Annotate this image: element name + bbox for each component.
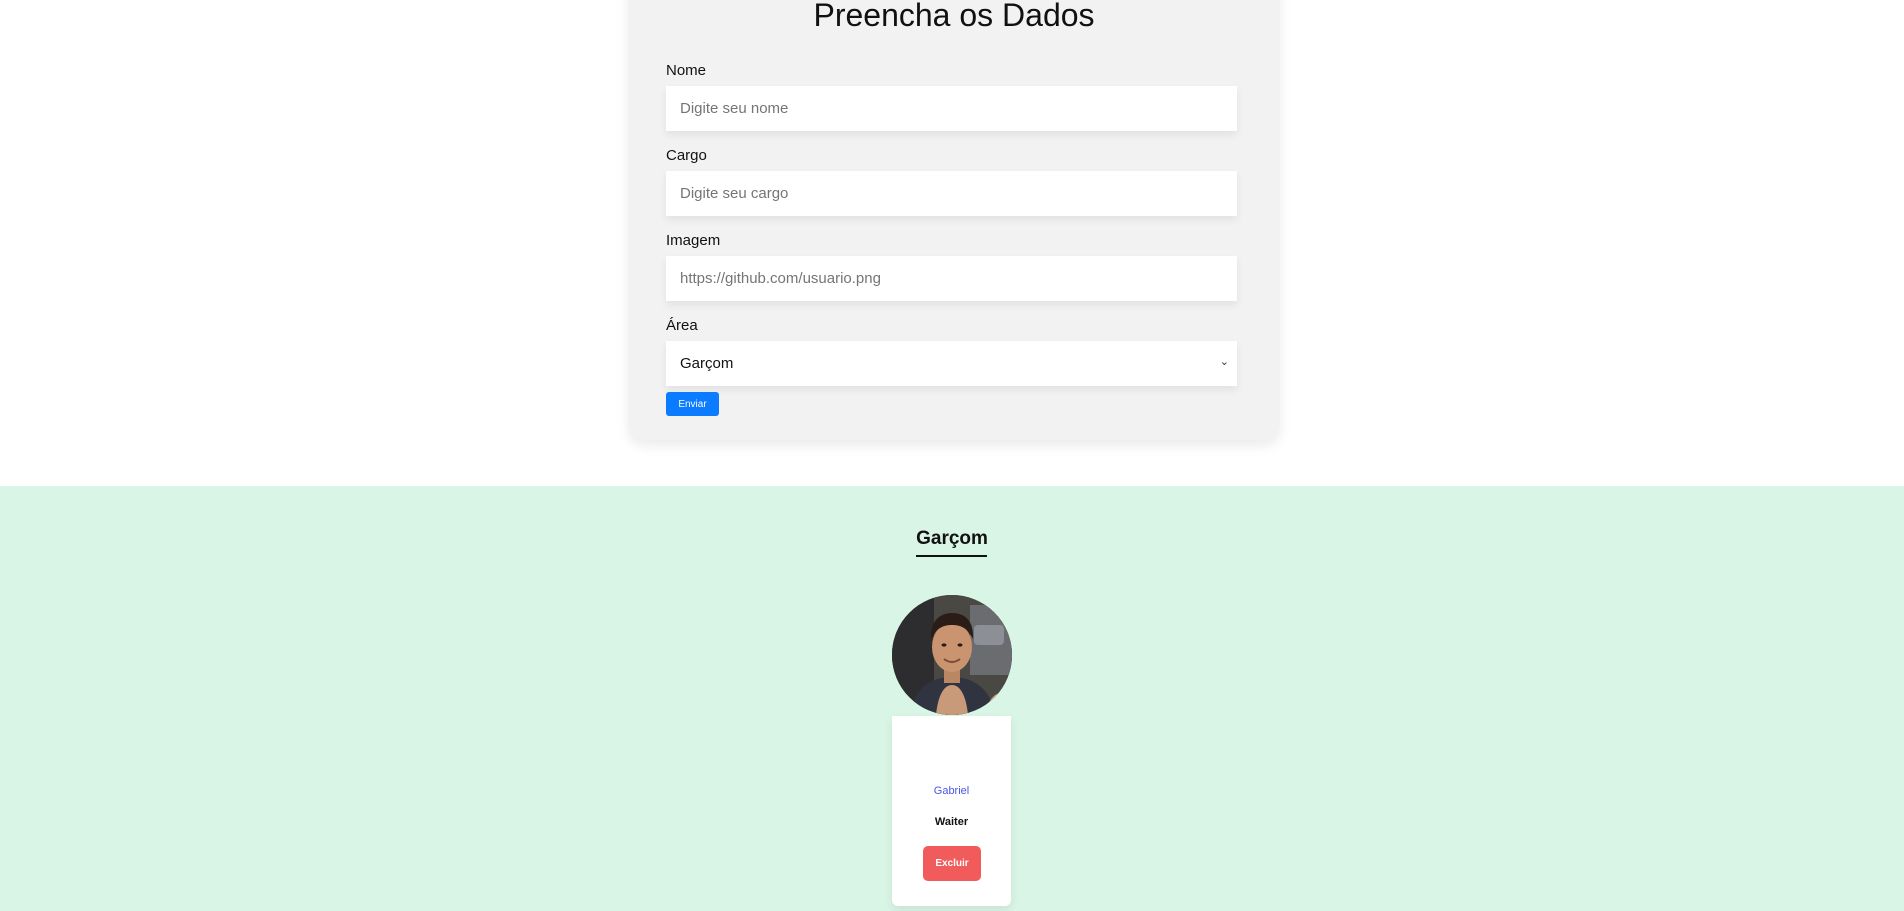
team-section: Garçom Gabriel Waiter Excluir — [0, 486, 1904, 911]
name-input[interactable] — [666, 86, 1237, 131]
team-title-underline — [916, 555, 987, 557]
submit-button[interactable]: Enviar — [666, 392, 719, 416]
registration-form: Preencha os Dados Nome Cargo Imagem Área… — [628, 0, 1280, 440]
avatar — [892, 595, 1012, 715]
chevron-down-icon: ⌄ — [1219, 356, 1229, 368]
role-label: Cargo — [666, 147, 707, 164]
page: Preencha os Dados Nome Cargo Imagem Área… — [0, 0, 1904, 911]
name-label: Nome — [666, 62, 707, 79]
member-card: Gabriel Waiter Excluir — [892, 716, 1011, 906]
image-label: Imagem — [666, 232, 721, 249]
role-input[interactable] — [666, 171, 1237, 216]
form-title: Preencha os Dados — [813, 0, 1095, 33]
area-selected-value: Garçom — [680, 355, 734, 372]
area-select[interactable]: Garçom ⌄ — [666, 341, 1237, 386]
area-label: Área — [666, 317, 698, 334]
image-url-input[interactable] — [666, 256, 1237, 301]
team-title: Garçom — [916, 528, 988, 549]
member-photo — [892, 595, 1012, 715]
member-role: Waiter — [934, 816, 969, 828]
member-name: Gabriel — [933, 785, 970, 797]
delete-button[interactable]: Excluir — [923, 846, 981, 881]
